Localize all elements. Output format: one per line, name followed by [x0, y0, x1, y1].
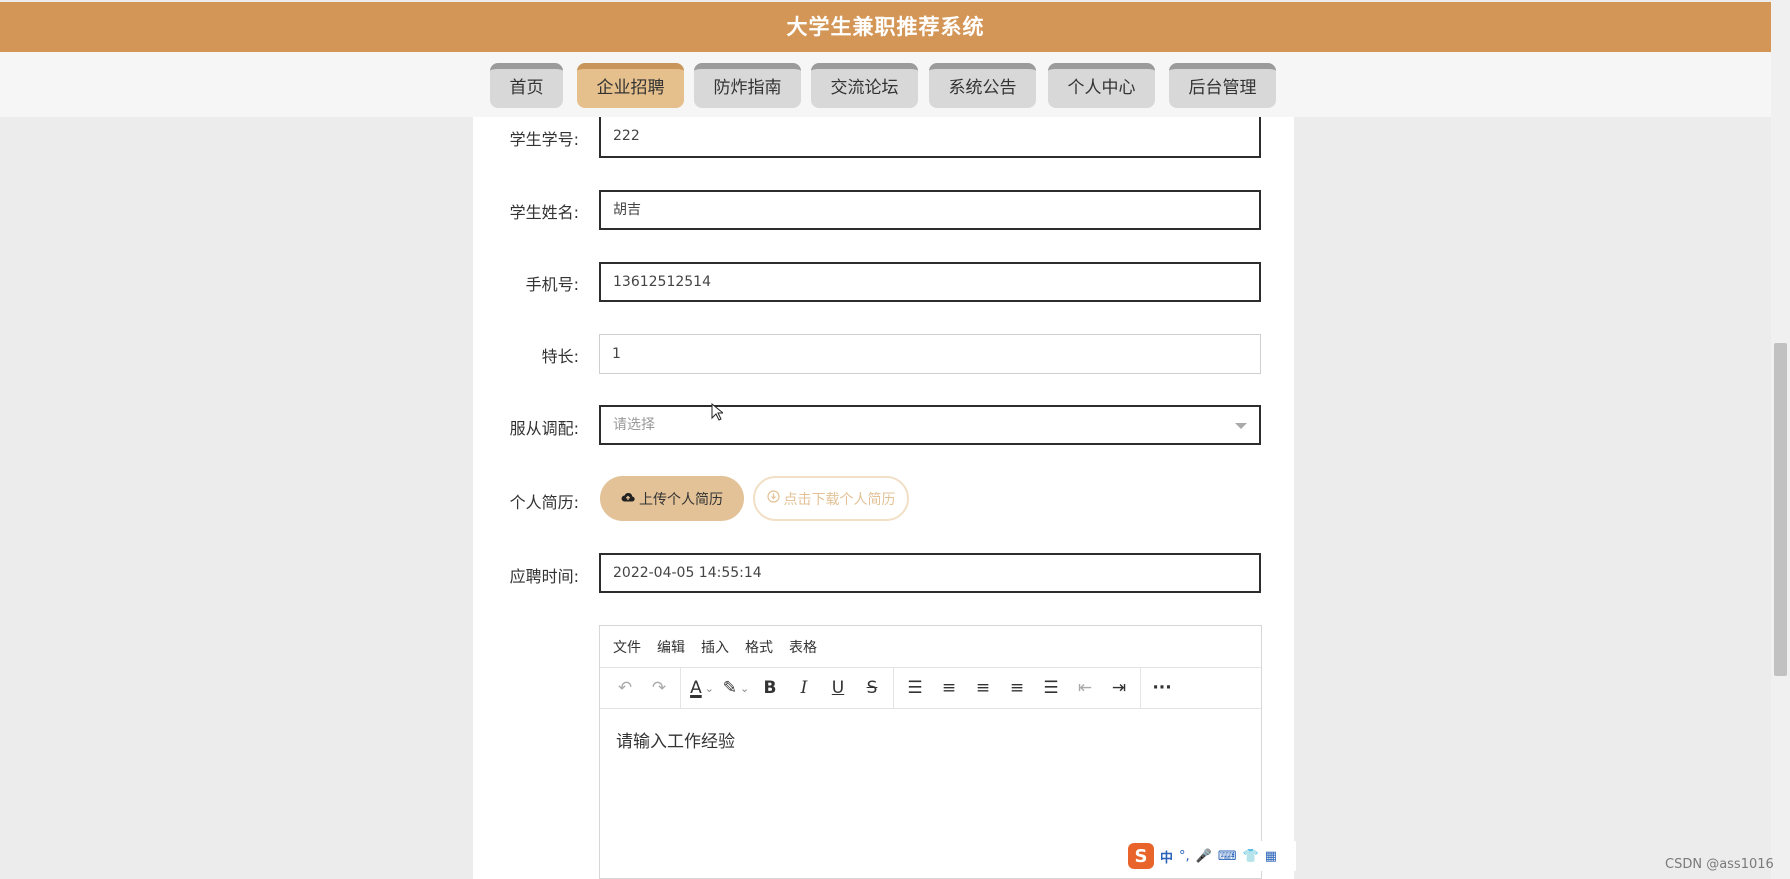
tab-recruitment[interactable]: 企业招聘 [577, 63, 684, 108]
scrollbar-thumb[interactable] [1774, 343, 1787, 676]
tab-announcements[interactable]: 系统公告 [929, 63, 1036, 108]
ime-chinese-mode[interactable]: 中 [1160, 847, 1173, 866]
upload-resume-label: 上传个人简历 [639, 491, 723, 508]
tab-forum[interactable]: 交流论坛 [811, 63, 918, 108]
toolbar-divider [1140, 668, 1141, 708]
ime-punctuation[interactable]: °, [1179, 849, 1190, 864]
align-justify-icon[interactable]: ☰ [1034, 673, 1068, 703]
download-resume-label: 点击下载个人简历 [783, 491, 896, 508]
tab-personal-center[interactable]: 个人中心 [1048, 63, 1155, 108]
sogou-logo-icon[interactable]: S [1128, 843, 1154, 869]
apps-icon[interactable]: ▦ [1265, 849, 1277, 864]
editor-menubar: 文件 编辑 插入 格式 表格 [600, 626, 1261, 668]
adjustment-label: 服从调配: [509, 419, 579, 438]
italic-icon[interactable]: I [787, 673, 821, 703]
resume-label: 个人简历: [509, 493, 579, 512]
phone-label: 手机号: [525, 275, 579, 294]
app-title: 大学生兼职推荐系统 [0, 2, 1771, 52]
keyboard-icon[interactable]: ⌨ [1218, 849, 1237, 864]
menu-file[interactable]: 文件 [613, 637, 641, 657]
ime-toolbar: S 中 °, 🎤 ⌨ 👕 ▦ [1126, 841, 1296, 871]
chevron-down-icon [1235, 423, 1247, 429]
cloud-upload-icon [621, 491, 635, 507]
upload-resume-button[interactable]: 上传个人简历 [600, 476, 744, 521]
menu-edit[interactable]: 编辑 [657, 637, 685, 657]
nav-bar: 首页 企业招聘 防炸指南 交流论坛 系统公告 个人中心 后台管理 [0, 52, 1771, 117]
tab-home[interactable]: 首页 [490, 63, 563, 108]
indent-icon[interactable]: ⇥ [1102, 673, 1136, 703]
underline-icon[interactable]: U [821, 673, 855, 703]
redo-icon[interactable]: ↷ [642, 673, 676, 703]
menu-table[interactable]: 表格 [789, 637, 817, 657]
shirt-icon[interactable]: 👕 [1243, 849, 1259, 864]
apply-time-input[interactable]: 2022-04-05 14:55:14 [599, 553, 1261, 593]
apply-time-label: 应聘时间: [509, 567, 579, 586]
editor-toolbar: ↶ ↷ A ⌄ ✎ ⌄ B I U S ☰ ≡ ≡ ≡ ☰ ⇤ ⇥ ··· [600, 668, 1261, 709]
align-left-icon[interactable]: ≡ [932, 673, 966, 703]
download-icon [766, 490, 780, 507]
align-center-icon[interactable]: ≡ [966, 673, 1000, 703]
specialty-label: 特长: [541, 347, 579, 366]
student-id-label: 学生学号: [509, 130, 579, 149]
menu-format[interactable]: 格式 [745, 637, 773, 657]
mouse-cursor-icon [711, 402, 725, 425]
undo-icon[interactable]: ↶ [608, 673, 642, 703]
align-right-icon[interactable]: ≡ [1000, 673, 1034, 703]
font-color-icon[interactable]: A ⌄ [685, 673, 719, 703]
tab-fraud-guide[interactable]: 防炸指南 [694, 63, 801, 108]
student-id-input[interactable]: 222 [599, 117, 1261, 158]
download-resume-button[interactable]: 点击下载个人简历 [753, 476, 909, 521]
tab-admin[interactable]: 后台管理 [1169, 63, 1276, 108]
outdent-icon[interactable]: ⇤ [1068, 673, 1102, 703]
student-name-input[interactable]: 胡吉 [599, 190, 1261, 230]
adjustment-placeholder: 请选择 [613, 417, 655, 433]
watermark: CSDN @ass1016 [1665, 857, 1774, 872]
microphone-icon[interactable]: 🎤 [1196, 849, 1212, 864]
student-name-label: 学生姓名: [509, 203, 579, 222]
more-icon[interactable]: ··· [1145, 673, 1179, 703]
line-height-icon[interactable]: ☰ [898, 673, 932, 703]
adjustment-select[interactable]: 请选择 [599, 405, 1261, 445]
highlight-icon[interactable]: ✎ ⌄ [719, 673, 753, 703]
bold-icon[interactable]: B [753, 673, 787, 703]
toolbar-divider [893, 668, 894, 708]
phone-input[interactable]: 13612512514 [599, 262, 1261, 302]
toolbar-divider [680, 668, 681, 708]
specialty-input[interactable]: 1 [599, 334, 1261, 374]
menu-insert[interactable]: 插入 [701, 637, 729, 657]
editor-content[interactable]: 请输入工作经验 [600, 709, 1261, 770]
strikethrough-icon[interactable]: S [855, 673, 889, 703]
